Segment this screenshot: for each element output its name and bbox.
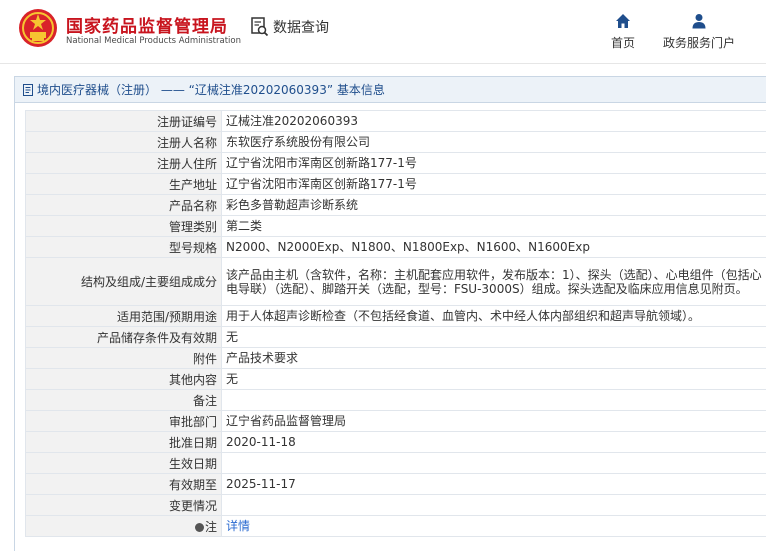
- panel-title-bar: 境内医疗器械（注册） —— “辽械注准20202060393” 基本信息: [15, 77, 766, 103]
- details-link[interactable]: 详情: [226, 519, 250, 533]
- table-row: 管理类别 第二类: [25, 215, 766, 237]
- row-value: 用于人体超声诊断检查（不包括经食道、血管内、术中经人体内部组织和超声导航领域）。: [221, 305, 766, 327]
- row-key: 管理类别: [25, 215, 222, 237]
- table-row: 生产地址 辽宁省沈阳市浑南区创新路177-1号: [25, 173, 766, 195]
- home-icon: [616, 14, 630, 28]
- table-row: 注册人住所 辽宁省沈阳市浑南区创新路177-1号: [25, 152, 766, 174]
- row-key: 注册人住所: [25, 152, 222, 174]
- data-query-link[interactable]: 数据查询: [251, 17, 329, 37]
- table-row: 产品储存条件及有效期无: [25, 326, 766, 348]
- row-key: 注: [25, 515, 222, 537]
- user-icon: [692, 14, 706, 29]
- row-value: 辽宁省沈阳市浑南区创新路177-1号: [221, 173, 766, 195]
- site-header: 国家药品监督管理局 National Medical Products Admi…: [0, 0, 766, 64]
- row-key: 备注: [25, 389, 222, 411]
- note-bullet-icon: [194, 522, 204, 532]
- row-value: 2025-11-17: [221, 473, 766, 495]
- detail-table-wrapper: 注册证编号 辽械注准20202060393 注册人名称 东软医疗系统股份有限公司 注…: [25, 110, 766, 537]
- row-key: 产品名称: [25, 194, 222, 216]
- table-row: 变更情况: [25, 494, 766, 516]
- table-row: 批准日期 2020-11-18: [25, 431, 766, 453]
- row-value: 彩色多普勒超声诊断系统: [221, 194, 766, 216]
- row-key: 型号规格: [25, 236, 222, 258]
- row-key: 适用范围/预期用途: [25, 305, 222, 327]
- row-key: 审批部门: [25, 410, 222, 432]
- nav-service-portal[interactable]: 政务服务门户: [663, 13, 735, 51]
- table-row: 其他内容无: [25, 368, 766, 390]
- row-value: 无: [221, 326, 766, 348]
- nav-home-label: 首页: [611, 36, 636, 50]
- table-row: 型号规格 N2000、N2000Exp、N1800、N1800Exp、N1600、…: [25, 236, 766, 258]
- panel-title: 境内医疗器械（注册） —— “辽械注准20202060393” 基本信息: [37, 83, 385, 97]
- table-row: 备注: [25, 389, 766, 411]
- row-value: [221, 494, 766, 516]
- table-row: 审批部门 辽宁省药品监督管理局: [25, 410, 766, 432]
- row-value: 辽宁省沈阳市浑南区创新路177-1号: [221, 152, 766, 174]
- table-row: 结构及组成/主要组成成分 该产品由主机（含软件，名称：主机配套应用软件，发布版本：…: [25, 257, 766, 306]
- row-value: 第二类: [221, 215, 766, 237]
- row-key: 其他内容: [25, 368, 222, 390]
- row-value: 详情: [221, 515, 766, 537]
- brand-title-cn: 国家药品监督管理局: [66, 17, 228, 37]
- table-row: 附件 产品技术要求: [25, 347, 766, 369]
- row-value: [221, 389, 766, 411]
- row-value: 产品技术要求: [221, 347, 766, 369]
- detail-panel: 境内医疗器械（注册） —— “辽械注准20202060393” 基本信息 注册证…: [14, 76, 766, 551]
- row-value: N2000、N2000Exp、N1800、N1800Exp、N1600、N160…: [221, 236, 766, 258]
- brand-title-en: National Medical Products Administration: [66, 36, 241, 46]
- national-emblem-icon: [19, 9, 57, 47]
- row-value: 2020-11-18: [221, 431, 766, 453]
- row-key: 批准日期: [25, 431, 222, 453]
- nav-home[interactable]: 首页: [611, 13, 635, 51]
- row-key: 产品储存条件及有效期: [25, 326, 222, 348]
- table-row: 生效日期: [25, 452, 766, 474]
- row-value: [221, 452, 766, 474]
- table-row: 产品名称 彩色多普勒超声诊断系统: [25, 194, 766, 216]
- row-key: 有效期至: [25, 473, 222, 495]
- table-row: 注 详情: [25, 515, 766, 537]
- nav-service-portal-label: 政务服务门户: [663, 36, 736, 50]
- row-value: 东软医疗系统股份有限公司: [221, 131, 766, 153]
- row-key: 结构及组成/主要组成成分: [25, 257, 222, 306]
- document-icon: [23, 83, 33, 96]
- document-search-icon: [251, 17, 269, 37]
- table-row: 注册证编号 辽械注准20202060393: [25, 110, 766, 132]
- row-key: 注册证编号: [25, 110, 222, 132]
- data-query-label: 数据查询: [273, 20, 329, 36]
- row-value: 辽宁省药品监督管理局: [221, 410, 766, 432]
- row-value: 该产品由主机（含软件，名称：主机配套应用软件，发布版本：1）、探头（选配）、心电…: [221, 257, 766, 306]
- row-key: 附件: [25, 347, 222, 369]
- detail-table: 注册证编号 辽械注准20202060393 注册人名称 东软医疗系统股份有限公司 注…: [25, 110, 766, 537]
- note-key-label: 注: [204, 519, 217, 534]
- row-key: 变更情况: [25, 494, 222, 516]
- row-key: 注册人名称: [25, 131, 222, 153]
- row-key: 生效日期: [25, 452, 222, 474]
- table-row: 适用范围/预期用途 用于人体超声诊断检查（不包括经食道、血管内、术中经人体内部组织…: [25, 305, 766, 327]
- row-value: 辽械注准20202060393: [221, 110, 766, 132]
- table-row: 注册人名称 东软医疗系统股份有限公司: [25, 131, 766, 153]
- row-key: 生产地址: [25, 173, 222, 195]
- table-row: 有效期至 2025-11-17: [25, 473, 766, 495]
- row-value: 无: [221, 368, 766, 390]
